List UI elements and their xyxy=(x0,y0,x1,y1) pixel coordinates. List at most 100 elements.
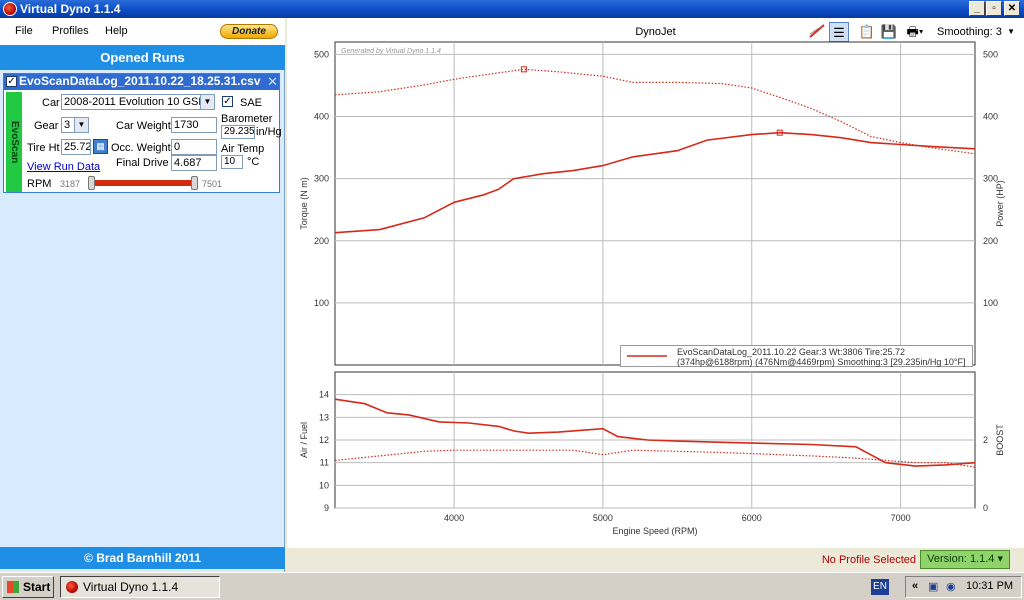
donate-button[interactable]: Donate xyxy=(220,24,278,39)
sae-label: SAE xyxy=(240,97,263,109)
legend-line-2: (374hp@6188rpm) (476Nm@4469rpm) Smoothin… xyxy=(677,357,966,367)
start-button[interactable]: Start xyxy=(2,576,54,598)
app-icon xyxy=(66,581,78,593)
calculator-icon[interactable]: ▦ xyxy=(93,139,108,154)
taskbar: Start Virtual Dyno 1.1.4 EN « ▣ ◉ 10:31 … xyxy=(0,572,1024,600)
x-tick-label: 4000 xyxy=(444,513,464,523)
window-title: Virtual Dyno 1.1.4 xyxy=(20,2,121,16)
windows-flag-icon xyxy=(7,581,19,593)
menu-profiles[interactable]: Profiles xyxy=(52,25,89,37)
y-tick-label: 10 xyxy=(319,480,329,490)
tray-expand-icon[interactable]: « xyxy=(912,580,918,592)
occ-weight-input[interactable]: 0 xyxy=(171,139,217,155)
title-bar[interactable]: Virtual Dyno 1.1.4 _ ▫ ✕ xyxy=(0,0,1024,18)
run-panel: EvoScanDataLog_2011.10.22_18.25.31.csv ✓… xyxy=(3,73,282,193)
car-label: Car xyxy=(42,97,60,109)
final-drive-input[interactable]: 4.687 xyxy=(171,155,217,171)
barometer-unit: in/Hg xyxy=(256,126,282,138)
close-window-button[interactable]: ✕ xyxy=(1004,1,1020,16)
chevron-down-icon: ▼ xyxy=(74,118,88,132)
taskbar-item-virtual-dyno[interactable]: Virtual Dyno 1.1.4 xyxy=(60,576,220,598)
rpm-range-track[interactable] xyxy=(92,180,194,186)
y2-axis-label: BOOST xyxy=(995,424,1005,456)
occ-weight-label: Occ. Weight xyxy=(111,142,171,154)
legend-line-1: EvoScanDataLog_2011.10.22 Gear:3 Wt:3806… xyxy=(677,347,905,357)
sae-checkbox[interactable]: ✓ xyxy=(222,96,233,107)
gear-select-value: 3 xyxy=(64,119,71,131)
maximize-button[interactable]: ▫ xyxy=(986,1,1002,16)
y-tick-label: 11 xyxy=(320,458,329,468)
profile-status: No Profile Selected xyxy=(821,554,916,566)
y-tick-label: 12 xyxy=(319,435,329,445)
air-temp-unit: °C xyxy=(247,156,260,168)
taskbar-item-label: Virtual Dyno 1.1.4 xyxy=(83,580,179,594)
app-icon xyxy=(3,2,17,16)
y-tick-label: 13 xyxy=(319,412,329,422)
run-title: EvoScanDataLog_2011.10.22_18.25.31.csv xyxy=(4,74,279,90)
tire-ht-label: Tire Ht xyxy=(27,142,60,154)
y-tick-label: 500 xyxy=(314,49,329,59)
y2-tick-label: 0 xyxy=(983,503,988,513)
view-run-data-link[interactable]: View Run Data xyxy=(27,161,100,173)
system-tray: « ▣ ◉ 10:31 PM xyxy=(905,576,1022,598)
x-tick-label: 5000 xyxy=(593,513,613,523)
run-visible-checkbox[interactable]: ✓ xyxy=(6,76,17,87)
legend-swatch xyxy=(627,355,667,357)
y-tick-label: 9 xyxy=(324,503,329,513)
y2-axis-label: Power (HP) xyxy=(995,180,1005,227)
afr-boost-plot: 4000 5000 6000 7000 9 0 10 11 12 13 14 Air / Fuel BO… xyxy=(299,371,1005,536)
x-axis-label: Engine Speed (RPM) xyxy=(612,526,697,536)
sidebar: Opened Runs EvoScanDataLog_2011.10.22_18… xyxy=(0,45,285,572)
plot-frame xyxy=(334,41,976,366)
rpm-max-value: 7501 xyxy=(202,179,223,189)
close-run-icon[interactable]: ✕ xyxy=(267,74,278,89)
power-torque-plot: 100 100200 200300 300400 400500 500Torque (N … xyxy=(299,41,1005,366)
car-select-value: 2008-2011 Evolution 10 GSR xyxy=(64,96,207,108)
car-select[interactable]: 2008-2011 Evolution 10 GSR ▼ xyxy=(61,94,215,110)
y-tick-label: 400 xyxy=(314,112,329,122)
y-tick-label: 100 xyxy=(314,298,329,308)
gear-select[interactable]: 3 ▼ xyxy=(61,117,89,133)
chevron-down-icon: ▼ xyxy=(200,95,214,109)
y2-tick-label: 2 xyxy=(983,435,988,445)
watermark: Generated by Virtual Dyno 1.1.4 xyxy=(341,48,441,55)
start-label: Start xyxy=(23,580,51,594)
barometer-input[interactable]: 29.235 xyxy=(221,125,255,139)
air-temp-input[interactable]: 10 xyxy=(221,155,243,169)
chart-pane: DynoJet ☰ 📋 💾 🖶▾ Smoothing: 3 ▼ 100 100 20… xyxy=(287,18,1024,548)
menu-file[interactable]: File xyxy=(15,25,33,37)
rpm-max-handle[interactable] xyxy=(191,176,198,190)
mouse-icon[interactable]: ◉ xyxy=(946,580,956,593)
x-tick-label: 7000 xyxy=(891,513,911,523)
rpm-min-value: 3187 xyxy=(60,179,81,189)
minimize-button[interactable]: _ xyxy=(969,1,985,16)
copyright-bar: © Brad Barnhill 2011 xyxy=(0,547,285,569)
tire-ht-input[interactable]: 25.72 xyxy=(61,139,91,155)
network-icon[interactable]: ▣ xyxy=(928,580,938,593)
x-tick-label: 6000 xyxy=(742,513,762,523)
language-indicator[interactable]: EN xyxy=(871,579,889,595)
y2-tick-label: 200 xyxy=(983,236,998,246)
clock[interactable]: 10:31 PM xyxy=(966,580,1013,592)
version-button[interactable]: Version: 1.1.4 ▾ xyxy=(920,550,1010,569)
app-window: Virtual Dyno 1.1.4 _ ▫ ✕ File Profiles H… xyxy=(0,0,1024,572)
rpm-min-handle[interactable] xyxy=(88,176,95,190)
y-tick-label: 200 xyxy=(314,236,329,246)
y2-tick-label: 400 xyxy=(983,112,998,122)
opened-runs-header: Opened Runs xyxy=(0,45,285,70)
y2-tick-label: 100 xyxy=(983,298,998,308)
y-tick-label: 300 xyxy=(314,174,329,184)
y-axis-label: Torque (N m) xyxy=(299,177,309,230)
air-temp-label: Air Temp xyxy=(221,143,265,155)
status-bar: No Profile Selected Version: 1.1.4 ▾ xyxy=(287,548,1024,572)
final-drive-label: Final Drive xyxy=(116,157,169,169)
evoscan-tab[interactable]: EvoScan xyxy=(6,92,22,192)
car-weight-input[interactable]: 1730 xyxy=(171,117,217,133)
dyno-charts: 100 100200 200300 300400 400500 500Torque (N … xyxy=(299,41,1005,536)
rpm-label: RPM xyxy=(27,178,52,190)
barometer-label: Barometer xyxy=(221,113,273,125)
menu-help[interactable]: Help xyxy=(105,25,128,37)
y-tick-label: 14 xyxy=(319,390,329,400)
y2-tick-label: 500 xyxy=(983,49,998,59)
y-axis-label: Air / Fuel xyxy=(299,422,309,458)
